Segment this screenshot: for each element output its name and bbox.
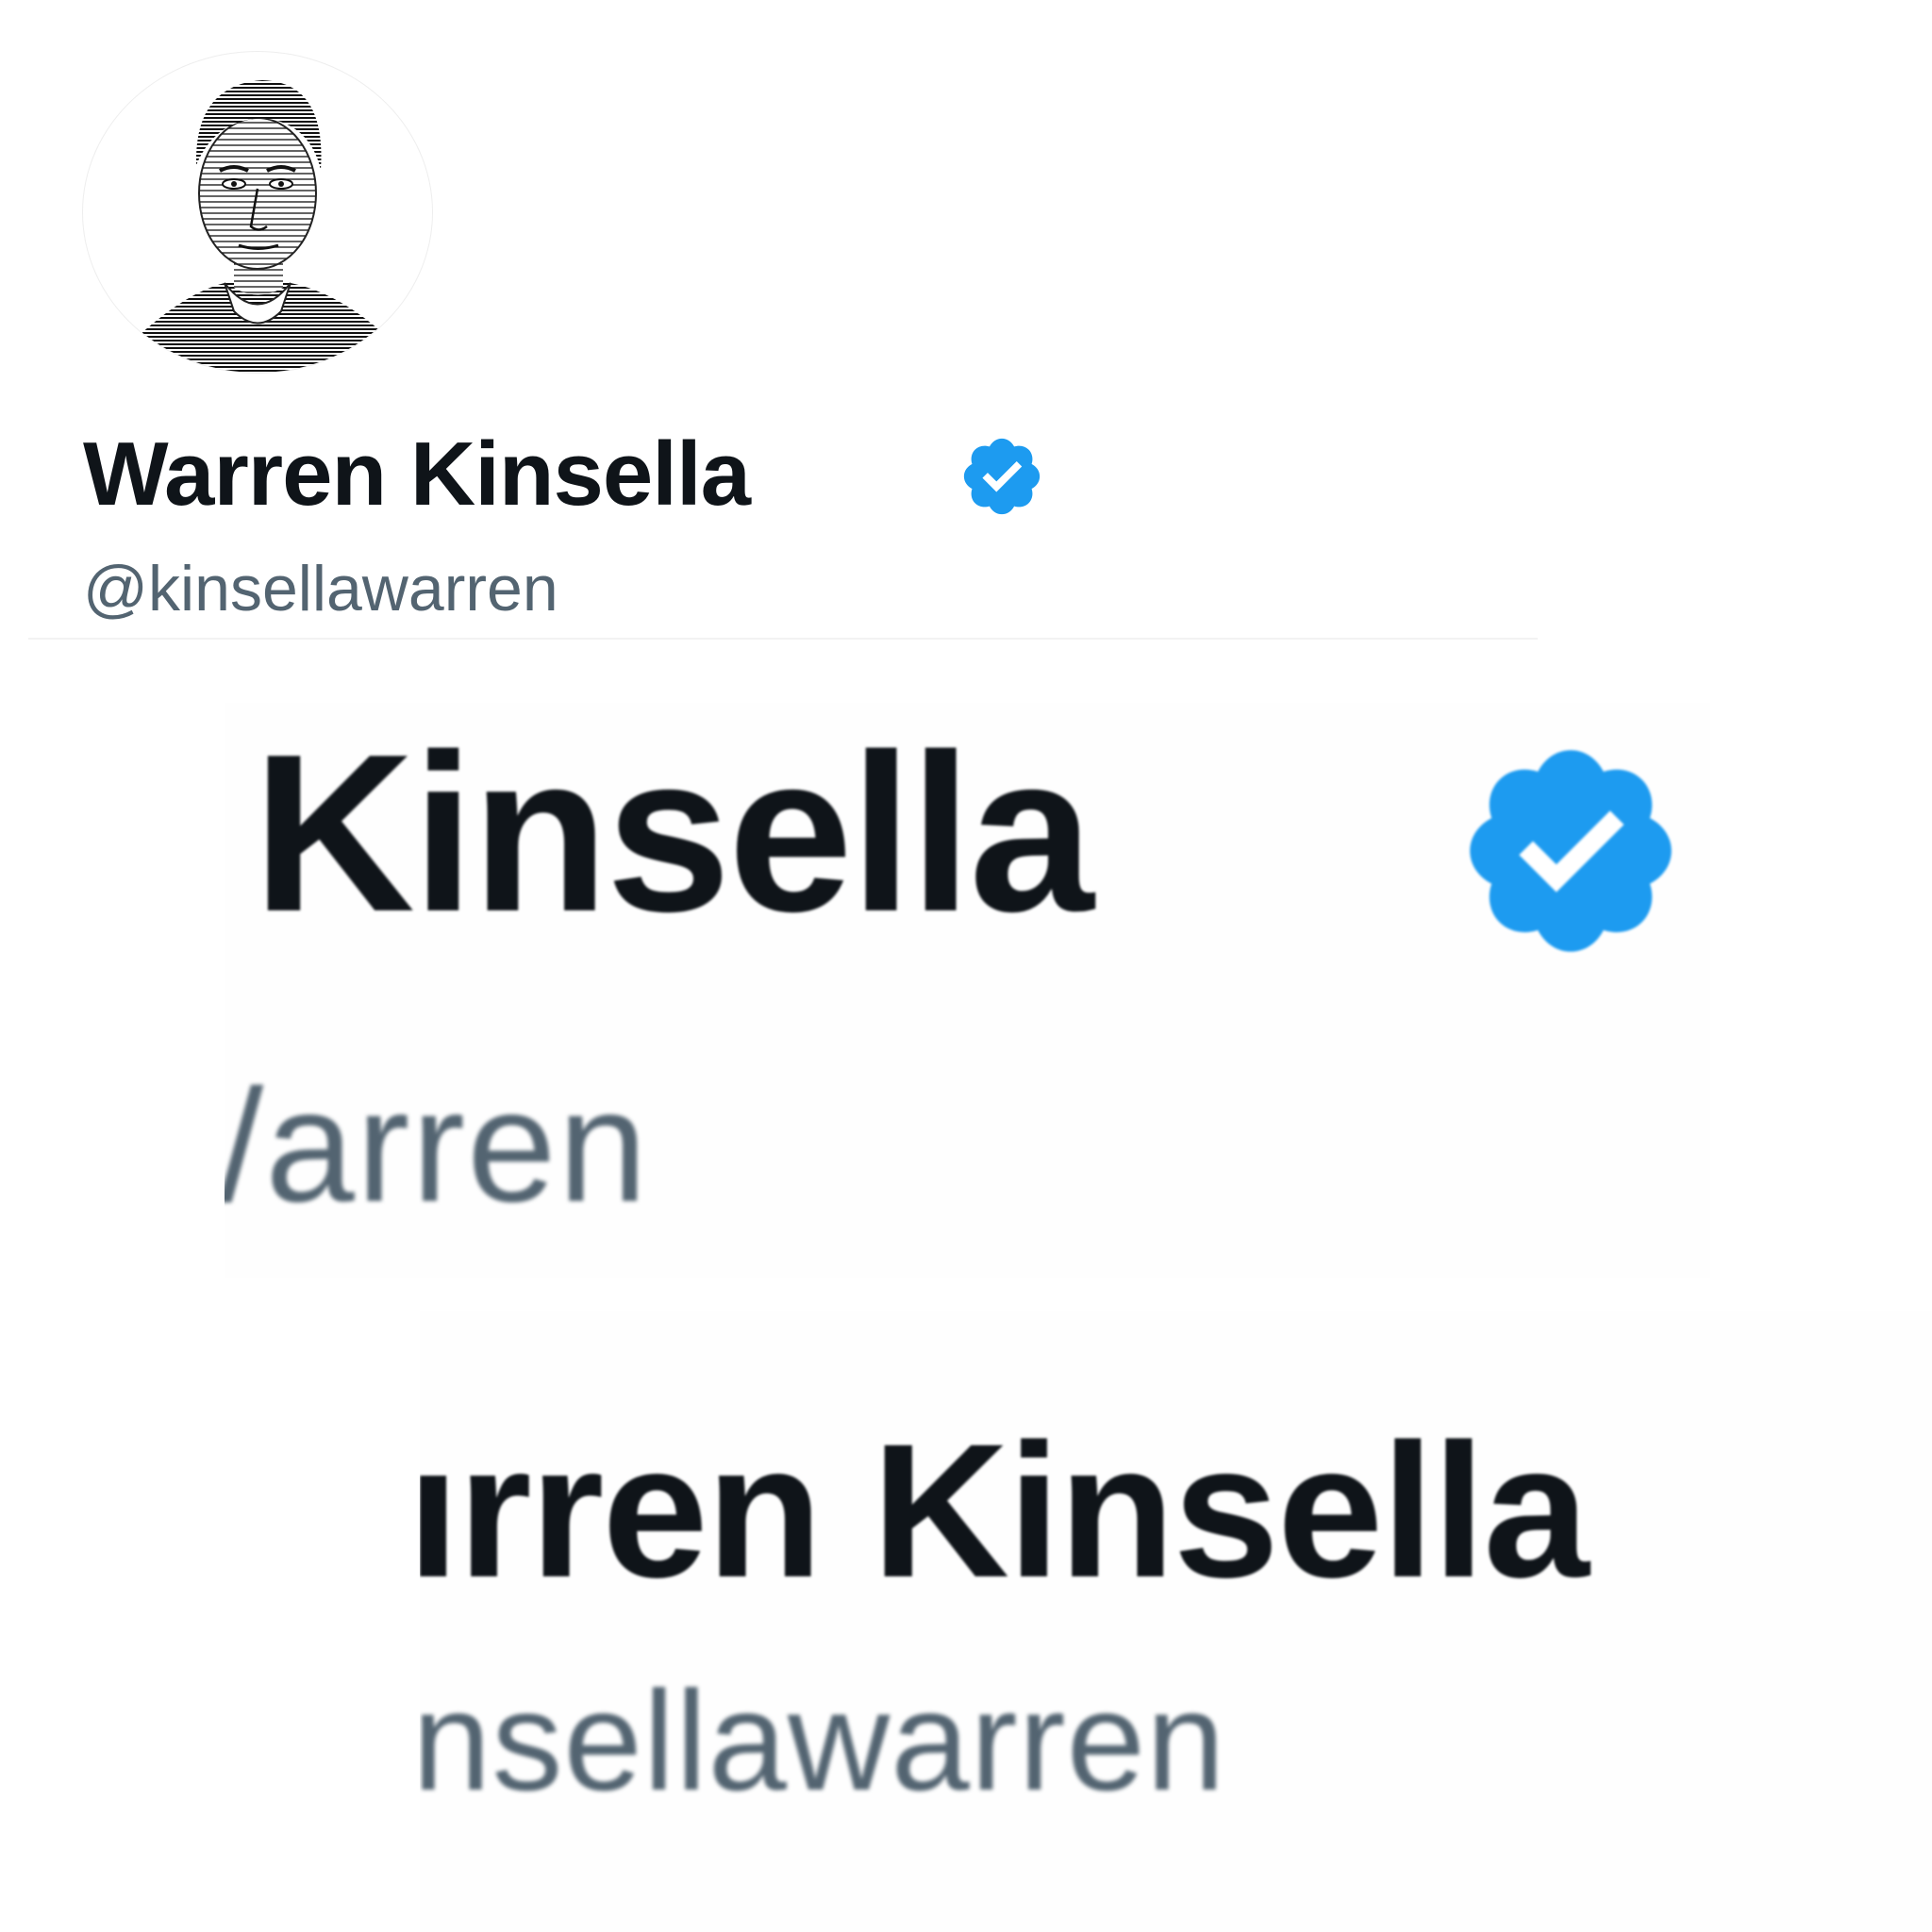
- zoom-crop-name-badge: Kinsella /arren: [225, 703, 1710, 1278]
- profile-header: Warren Kinsella @kinsellawarren: [0, 0, 1932, 641]
- verified-badge-icon: [1470, 750, 1672, 952]
- handle[interactable]: @kinsellawarren: [83, 557, 558, 621]
- zoom-crop-name-handle: ırren Kinsella nsellawarren: [420, 1311, 1932, 1932]
- zoomed-display-name: Kinsella: [253, 708, 1094, 958]
- display-name[interactable]: Warren Kinsella: [83, 429, 751, 520]
- zoomed-display-name-2: ırren Kinsella: [420, 1404, 1590, 1617]
- zoomed-handle: /arren: [225, 1057, 650, 1236]
- divider: [28, 638, 1538, 640]
- zoomed-handle-2: nsellawarren: [420, 1661, 1226, 1820]
- engraved-portrait-avatar-icon: [121, 80, 408, 373]
- verified-badge-icon[interactable]: [958, 432, 1046, 521]
- avatar[interactable]: [83, 52, 432, 373]
